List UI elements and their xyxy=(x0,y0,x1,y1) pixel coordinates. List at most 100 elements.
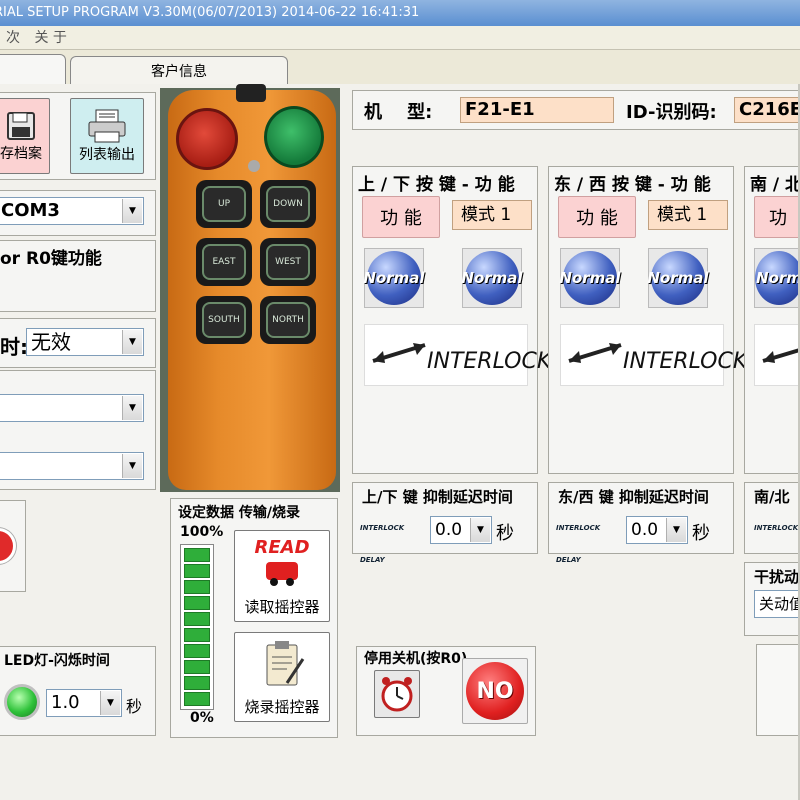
remote-button-east: EAST xyxy=(196,238,252,286)
menu-bar: 次 关 于 xyxy=(0,26,800,50)
progress-top-label: 100% xyxy=(180,524,224,540)
emergency-stop-icon xyxy=(176,108,238,170)
menu-item-0[interactable]: 次 xyxy=(6,30,20,46)
save-label: 存档案 xyxy=(0,146,42,162)
id-value: C216E xyxy=(734,97,800,123)
chevron-down-icon: ▼ xyxy=(122,199,142,223)
chevron-down-icon: ▼ xyxy=(122,330,142,354)
read-icon: READ xyxy=(254,537,310,558)
clipboard-icon xyxy=(266,641,305,686)
led-icon xyxy=(4,684,40,720)
model-value: F21-E1 xyxy=(460,97,614,123)
updown-interlock-icon[interactable]: INTERLOCK xyxy=(364,324,551,386)
alarm-clock-icon xyxy=(381,677,413,712)
led-time-select[interactable]: 1.0 ▼ xyxy=(46,689,122,717)
remote-button-north: NORTH xyxy=(260,296,316,344)
interlock-delay-icon: INTERLOCK DELAY xyxy=(360,524,405,564)
progress-segment xyxy=(184,628,210,642)
eastwest-title: 东 / 西 按 键 - 功 能 xyxy=(554,175,711,195)
interlock-arrow-icon xyxy=(372,343,426,363)
chevron-down-icon: ▼ xyxy=(666,518,686,542)
chevron-down-icon: ▼ xyxy=(470,518,490,542)
updown-function-button[interactable]: 功 能 xyxy=(362,196,440,238)
chevron-down-icon: ▼ xyxy=(122,454,142,478)
tab-customer-info-label: 客户信息 xyxy=(151,64,207,80)
power-key-icon xyxy=(264,106,324,168)
led-indicator xyxy=(248,160,260,172)
progress-segment xyxy=(184,660,210,674)
updown-delay-title: 上/下 键 抑制延迟时间 xyxy=(362,488,513,506)
alarm-clock-button[interactable] xyxy=(374,670,420,718)
eastwest-mode-value: 模式 1 xyxy=(648,200,728,230)
updown-normal-icon-1[interactable]: Normal xyxy=(363,248,425,308)
updown-normal-icon-2[interactable]: Normal xyxy=(461,248,523,308)
eastwest-function-button[interactable]: 功 能 xyxy=(558,196,636,238)
tab-settings[interactable] xyxy=(0,54,66,86)
time-value: 无效 xyxy=(31,330,71,354)
progress-segment xyxy=(184,564,210,578)
interlock-delay-icon: INTERLOCK DELAY xyxy=(754,524,799,532)
southnorth-function-button[interactable]: 功 xyxy=(754,196,800,238)
remote-button-west: WEST xyxy=(260,238,316,286)
updown-mode-value: 模式 1 xyxy=(452,200,532,230)
remote-button-up: UP xyxy=(196,180,252,228)
option-select-1[interactable]: ▼ xyxy=(0,394,144,422)
time-label: 时: xyxy=(0,335,28,359)
eastwest-interlock-icon[interactable]: INTERLOCK xyxy=(560,324,747,386)
updown-title: 上 / 下 按 键 - 功 能 xyxy=(358,175,515,195)
title-bar: RIAL SETUP PROGRAM V3.30M(06/07/2013) 20… xyxy=(0,0,800,26)
time-select[interactable]: 无效 ▼ xyxy=(26,328,144,356)
save-button[interactable]: 存档案 xyxy=(0,98,50,174)
led-unit: 秒 xyxy=(126,697,143,716)
progress-segment xyxy=(184,644,210,658)
print-button[interactable]: 列表输出 xyxy=(70,98,144,174)
eastwest-delay-unit: 秒 xyxy=(692,523,710,544)
led-value: 1.0 xyxy=(51,692,80,713)
port-select[interactable]: COM3 ▼ xyxy=(0,197,144,225)
eastwest-delay-select[interactable]: 0.0 ▼ xyxy=(626,516,688,544)
southnorth-delay-title: 南/北 xyxy=(754,488,790,506)
read-remote-label: 读取摇控器 xyxy=(244,598,320,616)
remote-button-down: DOWN xyxy=(260,180,316,228)
southnorth-title: 南 / 北 xyxy=(750,175,800,195)
interlock-arrow-icon xyxy=(568,343,622,363)
tab-strip: 客户信息 xyxy=(0,50,800,86)
updown-delay-select[interactable]: 0.0 ▼ xyxy=(430,516,492,544)
interference-title: 干扰动 xyxy=(754,568,800,586)
r0-label: or R0键功能 xyxy=(0,249,102,269)
southnorth-interlock-icon[interactable] xyxy=(754,324,800,386)
port-value: COM3 xyxy=(1,200,60,221)
shutdown-title: 停用关机(按R0) xyxy=(364,651,468,667)
led-label: LED灯-闪烁时间 xyxy=(4,653,110,669)
extra-frame xyxy=(756,644,800,736)
interference-select[interactable]: 关动值 xyxy=(754,590,800,618)
eastwest-normal-icon-2[interactable]: Normal xyxy=(647,248,709,308)
interlock-delay-icon: INTERLOCK DELAY xyxy=(556,524,601,564)
no-button[interactable]: NO xyxy=(462,658,528,724)
read-remote-button[interactable]: READ 读取摇控器 xyxy=(234,530,330,622)
menu-item-about[interactable]: 关 于 xyxy=(34,30,66,46)
remote-button-south: SOUTH xyxy=(196,296,252,344)
progress-segment xyxy=(184,676,210,690)
printer-icon xyxy=(88,109,126,143)
interlock-arrow-icon xyxy=(762,347,800,363)
window-title: RIAL SETUP PROGRAM V3.30M(06/07/2013) 20… xyxy=(0,5,420,20)
no-icon: NO xyxy=(466,662,524,720)
eastwest-normal-icon-1[interactable]: Normal xyxy=(559,248,621,308)
burn-remote-label: 烧录摇控器 xyxy=(244,698,320,716)
progress-segment xyxy=(184,692,210,706)
transfer-title: 设定数据 传输/烧录 xyxy=(178,505,300,521)
option-select-2[interactable]: ▼ xyxy=(0,452,144,480)
remote-read-icon xyxy=(266,562,298,586)
progress-segment xyxy=(184,612,210,626)
model-label: 机 型: xyxy=(364,102,433,123)
tab-customer-info[interactable]: 客户信息 xyxy=(70,56,288,86)
progress-segment xyxy=(184,580,210,594)
chevron-down-icon: ▼ xyxy=(122,396,142,420)
updown-delay-unit: 秒 xyxy=(496,523,514,544)
id-label: ID-识别码: xyxy=(626,102,717,123)
eastwest-delay-title: 东/西 键 抑制延迟时间 xyxy=(558,488,709,506)
progress-segment xyxy=(184,596,210,610)
southnorth-normal-icon-1[interactable]: Norm xyxy=(754,248,800,308)
burn-remote-button[interactable]: 烧录摇控器 xyxy=(234,632,330,722)
